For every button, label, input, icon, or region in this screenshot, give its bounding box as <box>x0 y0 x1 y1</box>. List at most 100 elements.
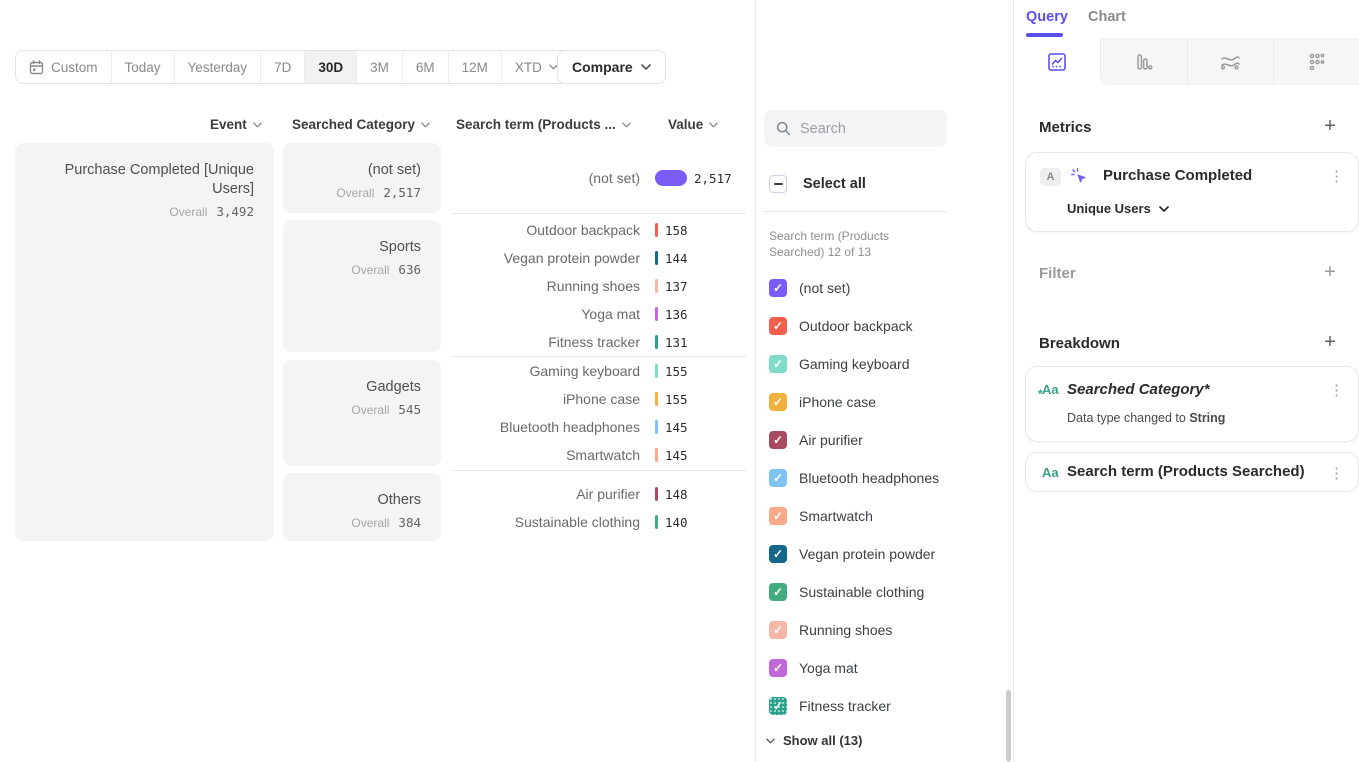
term-label: (not set) <box>452 170 640 186</box>
column-header-event[interactable]: Event <box>210 117 262 132</box>
category-card[interactable]: OthersOverall384 <box>283 473 441 541</box>
breakdown-name: Searched Category* <box>1067 381 1210 398</box>
legend-checkbox[interactable]: ✓ <box>769 507 787 525</box>
legend-item[interactable]: ✓Fitness tracker <box>769 697 939 715</box>
view-tab-insights[interactable] <box>1014 38 1100 85</box>
range-12m[interactable]: 12M <box>449 51 502 83</box>
term-value: 148 <box>665 487 688 502</box>
term-row[interactable]: Yoga mat136 <box>452 300 746 328</box>
breakdown-heading: Breakdown <box>1039 335 1120 352</box>
legend-checkbox[interactable]: ✓ <box>769 393 787 411</box>
column-header-value[interactable]: Value <box>668 117 718 132</box>
column-header-search-term[interactable]: Search term (Products ... <box>456 117 631 132</box>
range-30d[interactable]: 30D <box>305 51 357 83</box>
term-row[interactable]: Running shoes137 <box>452 272 746 300</box>
legend-checkbox[interactable]: ✓ <box>769 317 787 335</box>
legend-item[interactable]: ✓Sustainable clothing <box>769 583 939 601</box>
legend-item[interactable]: ✓Running shoes <box>769 621 939 639</box>
term-row[interactable]: Air purifier148 <box>452 480 746 508</box>
legend-checkbox[interactable]: ✓ <box>769 545 787 563</box>
legend-item[interactable]: ✓Bluetooth headphones <box>769 469 939 487</box>
kebab-menu-icon[interactable]: ⋮ <box>1329 464 1344 482</box>
select-all-row[interactable]: Select all <box>769 175 866 193</box>
tab-chart[interactable]: Chart <box>1088 9 1126 25</box>
metric-card[interactable]: A Purchase Completed ⋮ Unique Users <box>1025 152 1359 232</box>
tab-query[interactable]: Query <box>1026 9 1068 25</box>
term-row[interactable]: Fitness tracker131 <box>452 328 746 356</box>
range-label: XTD <box>515 60 542 75</box>
add-filter-button[interactable]: + <box>1319 261 1341 283</box>
select-all-checkbox[interactable] <box>769 175 787 193</box>
term-row[interactable]: Gaming keyboard155 <box>452 357 746 385</box>
term-label: Running shoes <box>452 278 640 294</box>
legend-checkbox[interactable]: ✓ <box>769 697 787 715</box>
header-label: Value <box>668 117 703 132</box>
legend-checkbox[interactable]: ✓ <box>769 431 787 449</box>
legend-item[interactable]: ✓Air purifier <box>769 431 939 449</box>
term-label: Smartwatch <box>452 447 640 463</box>
add-metric-button[interactable]: + <box>1319 115 1341 137</box>
kebab-menu-icon[interactable]: ⋮ <box>1329 167 1344 185</box>
term-row[interactable]: Sustainable clothing140 <box>452 508 746 536</box>
legend-search-box[interactable] <box>764 110 947 147</box>
legend-item[interactable]: ✓Smartwatch <box>769 507 939 525</box>
legend-checkbox[interactable]: ✓ <box>769 659 787 677</box>
calendar-icon <box>29 60 44 75</box>
category-card[interactable]: SportsOverall636 <box>283 220 441 352</box>
category-card[interactable]: (not set)Overall2,517 <box>283 143 441 213</box>
legend-checkbox[interactable]: ✓ <box>769 279 787 297</box>
range-3m[interactable]: 3M <box>357 51 403 83</box>
range-6m[interactable]: 6M <box>403 51 449 83</box>
range-7d[interactable]: 7D <box>261 51 305 83</box>
category-name: Others <box>295 491 421 510</box>
legend-item[interactable]: ✓(not set) <box>769 279 939 297</box>
flows-icon <box>1218 51 1242 73</box>
legend-item[interactable]: ✓Vegan protein powder <box>769 545 939 563</box>
legend-item[interactable]: ✓Outdoor backpack <box>769 317 939 335</box>
column-header-searched-category[interactable]: Searched Category <box>292 117 430 132</box>
range-label: 3M <box>370 60 389 75</box>
compare-button[interactable]: Compare <box>557 50 666 84</box>
term-row[interactable]: Vegan protein powder144 <box>452 244 746 272</box>
term-value: 155 <box>665 364 688 379</box>
legend-checkbox[interactable]: ✓ <box>769 621 787 639</box>
view-tab-flows[interactable] <box>1187 38 1274 85</box>
term-row[interactable]: Smartwatch145 <box>452 441 746 469</box>
term-row[interactable]: Outdoor backpack158 <box>452 216 746 244</box>
breakdown-name: Search term (Products Searched) <box>1067 463 1305 480</box>
legend-checkbox[interactable]: ✓ <box>769 469 787 487</box>
legend-checkbox[interactable]: ✓ <box>769 583 787 601</box>
term-row[interactable]: Bluetooth headphones145 <box>452 413 746 441</box>
show-all-label: Show all (13) <box>783 733 862 748</box>
insights-icon <box>1046 51 1068 73</box>
category-card[interactable]: GadgetsOverall545 <box>283 360 441 466</box>
breakdown-card[interactable]: Aa* Searched Category* ⋮ Data type chang… <box>1025 366 1359 442</box>
add-breakdown-button[interactable]: + <box>1319 331 1341 353</box>
show-all-link[interactable]: Show all (13) <box>766 733 862 748</box>
term-value: 136 <box>665 307 688 322</box>
scrollbar-thumb[interactable] <box>1006 690 1011 762</box>
legend-item[interactable]: ✓Yoga mat <box>769 659 939 677</box>
breakdown-card[interactable]: Aa Search term (Products Searched) ⋮ <box>1025 452 1359 492</box>
view-tab-retention[interactable] <box>1273 38 1359 85</box>
value-bar <box>655 364 658 378</box>
legend-checkbox[interactable]: ✓ <box>769 355 787 373</box>
view-tab-funnels[interactable] <box>1100 38 1187 85</box>
measure-dropdown[interactable]: Unique Users <box>1067 201 1169 216</box>
legend-filter-panel: Select all Search term (Products Searche… <box>755 0 1013 762</box>
string-property-icon: Aa* <box>1042 382 1064 397</box>
legend-search-input[interactable] <box>800 121 930 137</box>
legend-item[interactable]: ✓Gaming keyboard <box>769 355 939 373</box>
range-today[interactable]: Today <box>112 51 175 83</box>
term-value: 145 <box>665 420 688 435</box>
kebab-menu-icon[interactable]: ⋮ <box>1329 381 1344 399</box>
category-name: Gadgets <box>295 378 421 397</box>
event-card[interactable]: Purchase Completed [Unique Users] Overal… <box>15 143 274 541</box>
term-row[interactable]: (not set)2,517 <box>452 164 746 192</box>
term-row[interactable]: iPhone case155 <box>452 385 746 413</box>
range-yesterday[interactable]: Yesterday <box>175 51 262 83</box>
term-label: Sustainable clothing <box>452 514 640 530</box>
legend-item[interactable]: ✓iPhone case <box>769 393 939 411</box>
value-bar <box>655 170 687 186</box>
range-custom[interactable]: Custom <box>16 51 112 83</box>
